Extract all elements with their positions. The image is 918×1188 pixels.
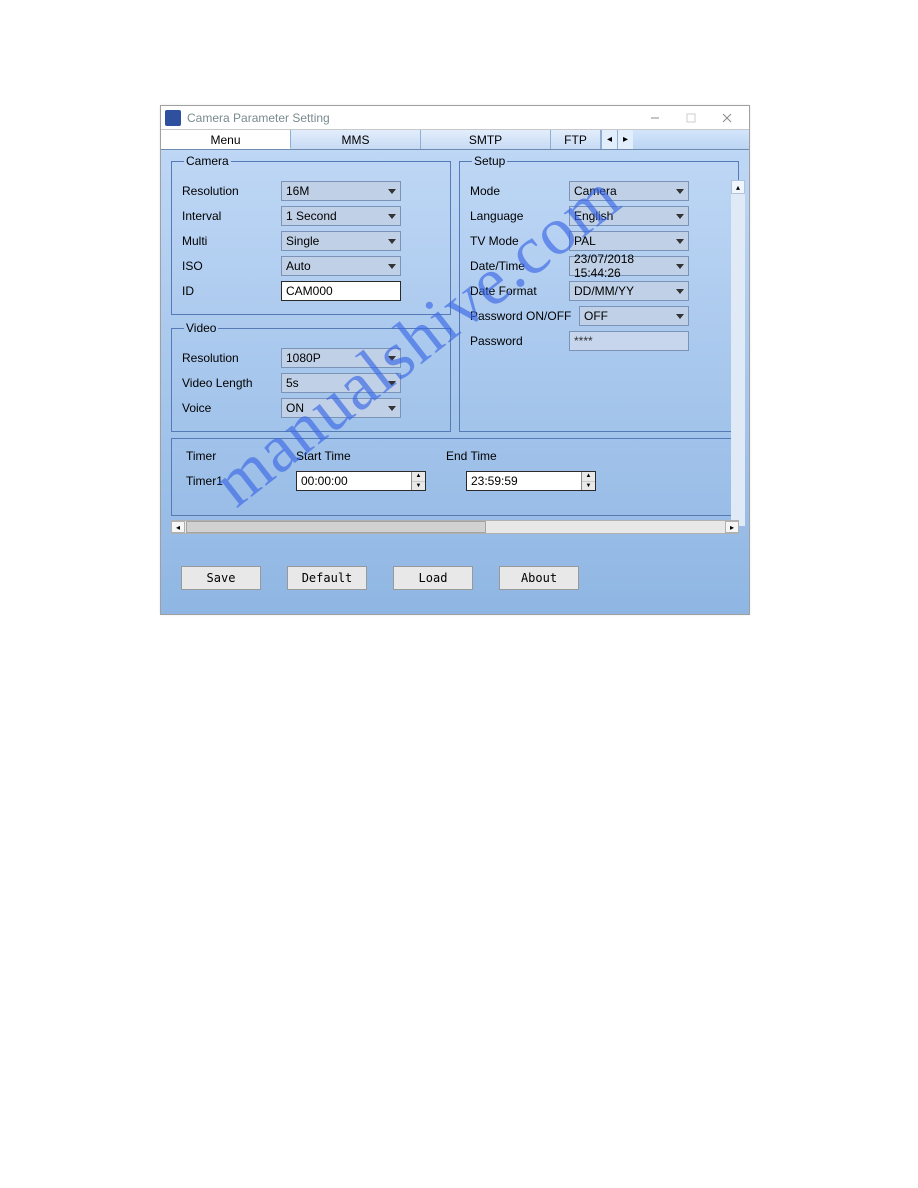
video-length-select[interactable]: 5s <box>281 373 401 393</box>
tab-scroll-left[interactable]: ◂ <box>601 130 617 149</box>
timer-start-label: Start Time <box>296 449 446 463</box>
video-group: Video Resolution 1080P Video Length 5s V… <box>171 321 451 432</box>
setup-pwdonoff-select[interactable]: OFF <box>579 306 689 326</box>
setup-language-label: Language <box>470 209 565 223</box>
video-legend: Video <box>184 321 218 335</box>
setup-password-label: Password <box>470 334 565 348</box>
setup-tvmode-select[interactable]: PAL <box>569 231 689 251</box>
app-window: Camera Parameter Setting Menu MMS SMTP F… <box>160 105 750 615</box>
spinner-down-icon[interactable]: ▼ <box>412 482 425 491</box>
camera-iso-label: ISO <box>182 259 277 273</box>
setup-tvmode-label: TV Mode <box>470 234 565 248</box>
camera-interval-select[interactable]: 1 Second <box>281 206 401 226</box>
timer1-end-input[interactable]: 23:59:59 ▲▼ <box>466 471 596 491</box>
camera-resolution-select[interactable]: 16M <box>281 181 401 201</box>
titlebar: Camera Parameter Setting <box>161 106 749 130</box>
setup-dateformat-select[interactable]: DD/MM/YY <box>569 281 689 301</box>
tab-menu[interactable]: Menu <box>161 130 291 149</box>
tab-mms[interactable]: MMS <box>291 130 421 149</box>
tab-bar: Menu MMS SMTP FTP ◂ ▸ <box>161 130 749 150</box>
minimize-button[interactable] <box>637 107 673 129</box>
setup-legend: Setup <box>472 154 507 168</box>
tab-smtp[interactable]: SMTP <box>421 130 551 149</box>
content-area: ▴ Camera Resolution 16M Interval 1 Secon… <box>161 150 749 540</box>
scroll-up-icon[interactable]: ▴ <box>731 180 745 194</box>
camera-group: Camera Resolution 16M Interval 1 Second … <box>171 154 451 315</box>
scrollbar-thumb[interactable] <box>186 521 486 533</box>
camera-multi-select[interactable]: Single <box>281 231 401 251</box>
camera-interval-label: Interval <box>182 209 277 223</box>
vertical-scrollbar[interactable]: ▴ <box>731 180 745 526</box>
video-length-label: Video Length <box>182 376 277 390</box>
setup-datetime-label: Date/Time <box>470 259 565 273</box>
window-title: Camera Parameter Setting <box>187 111 637 125</box>
setup-datetime-select[interactable]: 23/07/2018 15:44:26 <box>569 256 689 276</box>
timer-end-label: End Time <box>446 449 596 463</box>
camera-iso-select[interactable]: Auto <box>281 256 401 276</box>
timer-group: Timer Start Time End Time Timer1 00:00:0… <box>171 438 739 516</box>
camera-legend: Camera <box>184 154 231 168</box>
save-button[interactable]: Save <box>181 566 261 590</box>
load-button[interactable]: Load <box>393 566 473 590</box>
video-resolution-select[interactable]: 1080P <box>281 348 401 368</box>
camera-multi-label: Multi <box>182 234 277 248</box>
tab-scroll-right[interactable]: ▸ <box>617 130 633 149</box>
setup-language-select[interactable]: English <box>569 206 689 226</box>
video-resolution-label: Resolution <box>182 351 277 365</box>
video-voice-label: Voice <box>182 401 277 415</box>
app-icon <box>165 110 181 126</box>
setup-pwdonoff-label: Password ON/OFF <box>470 309 575 323</box>
default-button[interactable]: Default <box>287 566 367 590</box>
spinner-up-icon[interactable]: ▲ <box>582 472 595 482</box>
footer-buttons: Save Default Load About <box>161 540 749 614</box>
timer-label: Timer <box>186 449 296 463</box>
about-button[interactable]: About <box>499 566 579 590</box>
setup-mode-select[interactable]: Camera <box>569 181 689 201</box>
setup-password-input[interactable]: **** <box>569 331 689 351</box>
timer1-label: Timer1 <box>186 474 296 488</box>
camera-id-label: ID <box>182 284 277 298</box>
setup-group: Setup Mode Camera Language English TV Mo… <box>459 154 739 432</box>
spinner-down-icon[interactable]: ▼ <box>582 482 595 491</box>
setup-dateformat-label: Date Format <box>470 284 565 298</box>
timer1-start-input[interactable]: 00:00:00 ▲▼ <box>296 471 426 491</box>
horizontal-scrollbar[interactable]: ◂ ▸ <box>171 520 739 534</box>
video-voice-select[interactable]: ON <box>281 398 401 418</box>
camera-resolution-label: Resolution <box>182 184 277 198</box>
close-button[interactable] <box>709 107 745 129</box>
maximize-button[interactable] <box>673 107 709 129</box>
spinner-up-icon[interactable]: ▲ <box>412 472 425 482</box>
tab-ftp[interactable]: FTP <box>551 130 601 149</box>
scroll-right-icon[interactable]: ▸ <box>725 521 739 533</box>
setup-mode-label: Mode <box>470 184 565 198</box>
camera-id-input[interactable]: CAM000 <box>281 281 401 301</box>
scroll-left-icon[interactable]: ◂ <box>171 521 185 533</box>
